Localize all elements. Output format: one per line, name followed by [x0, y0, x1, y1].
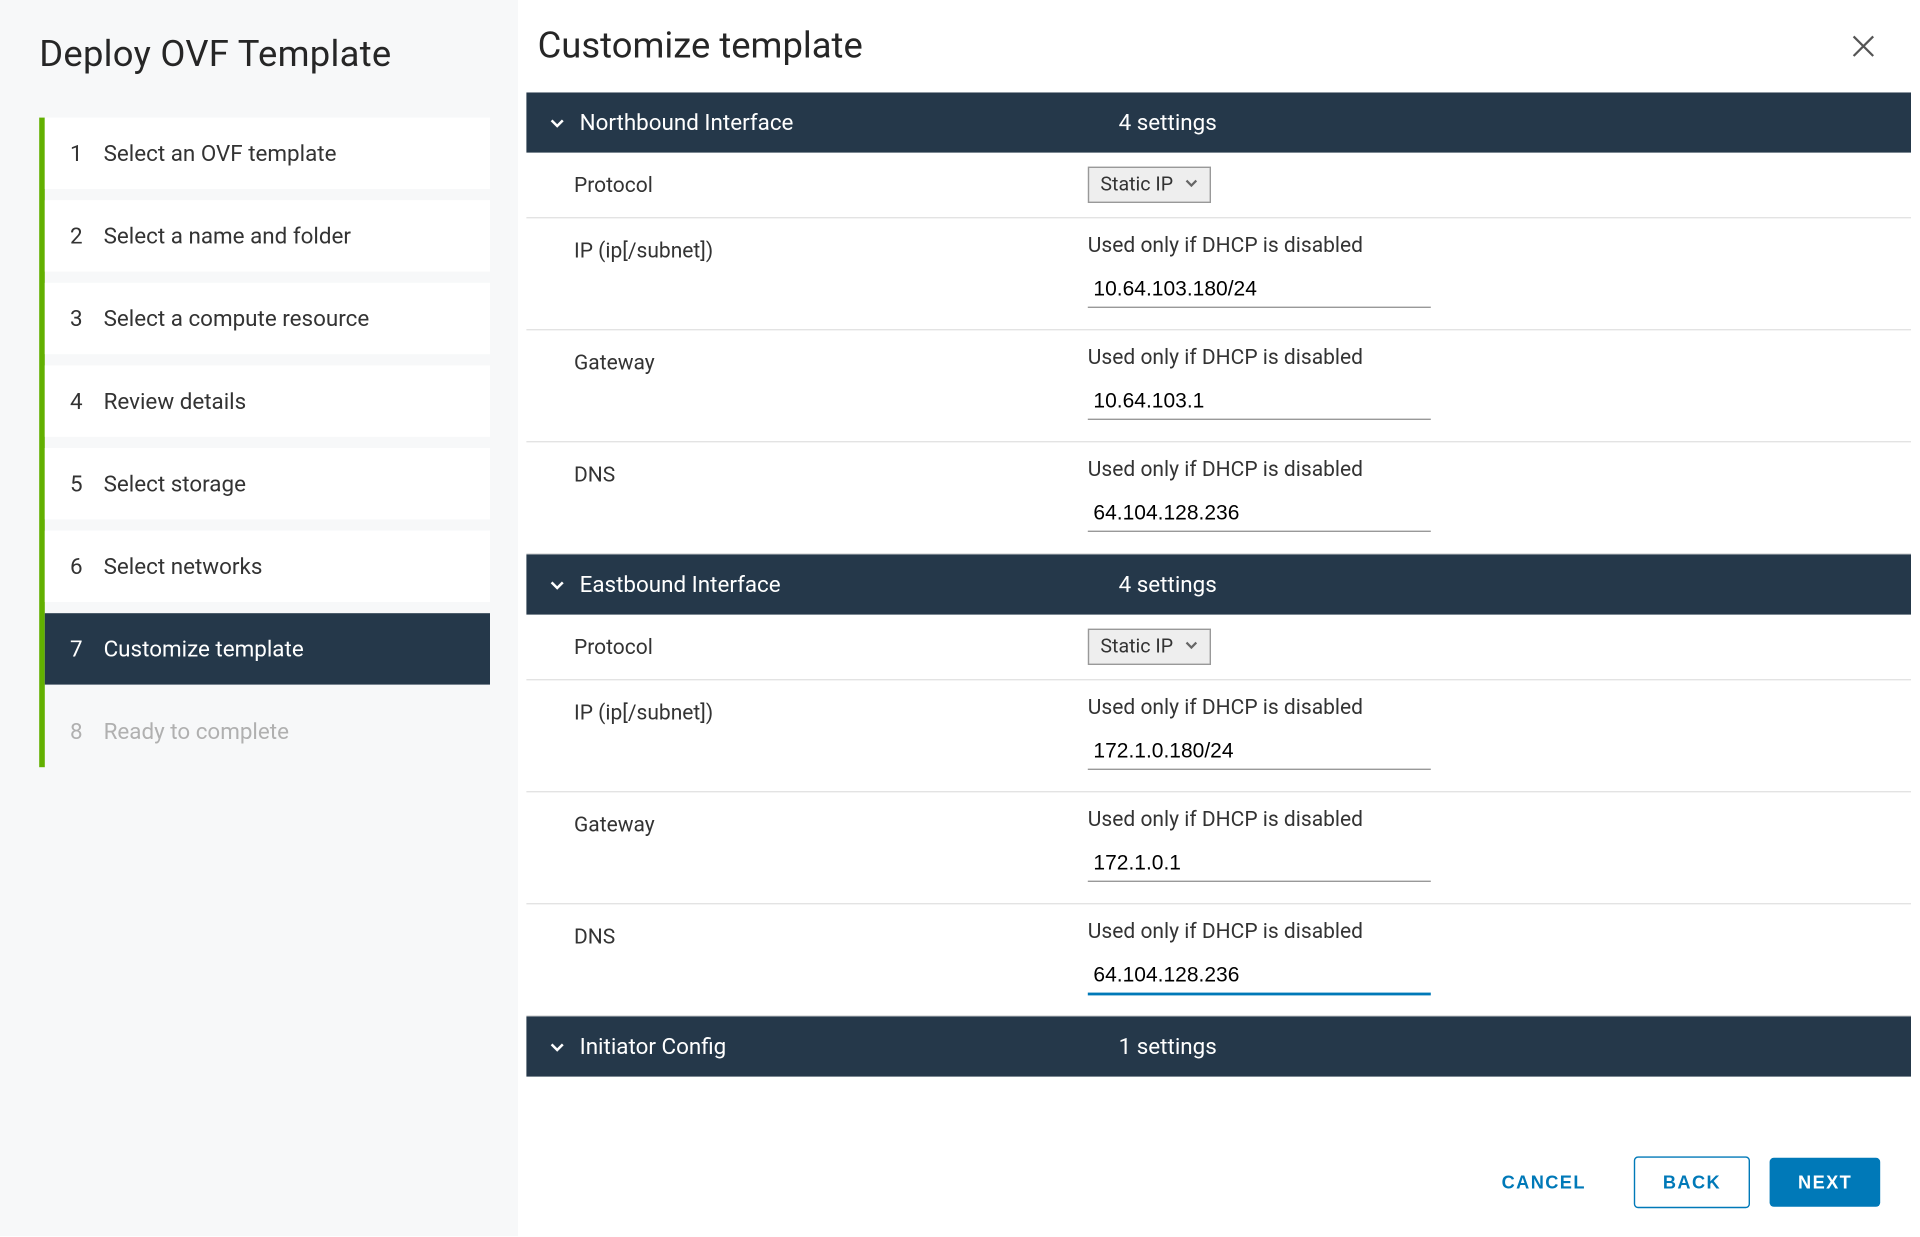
- field-row-ip: IP (ip[/subnet]) Used only if DHCP is di…: [526, 680, 1911, 792]
- step-select-name-folder[interactable]: 2 Select a name and folder: [45, 200, 490, 271]
- protocol-select[interactable]: Static IP: [1088, 167, 1211, 203]
- field-hint: Used only if DHCP is disabled: [1088, 694, 1889, 719]
- field-label: Protocol: [574, 167, 1088, 203]
- field-hint: Used only if DHCP is disabled: [1088, 806, 1889, 831]
- field-hint: Used only if DHCP is disabled: [1088, 918, 1889, 943]
- section-title: Northbound Interface: [580, 109, 1119, 136]
- page-title: Customize template: [538, 25, 863, 67]
- field-label: Protocol: [574, 629, 1088, 665]
- main-panel: Customize template Northbound Interface …: [518, 0, 1919, 1236]
- step-review-details[interactable]: 4 Review details: [45, 365, 490, 436]
- section-eastbound-interface[interactable]: Eastbound Interface 4 settings: [526, 554, 1911, 614]
- back-button[interactable]: BACK: [1633, 1156, 1750, 1208]
- step-label: Select a name and folder: [104, 223, 465, 250]
- step-label: Review details: [104, 388, 465, 415]
- field-row-gateway: Gateway Used only if DHCP is disabled: [526, 330, 1911, 442]
- step-label: Select networks: [104, 553, 465, 580]
- step-select-storage[interactable]: 5 Select storage: [45, 448, 490, 519]
- step-ready-to-complete: 8 Ready to complete: [45, 696, 490, 767]
- gateway-input[interactable]: [1088, 384, 1431, 420]
- field-row-gateway: Gateway Used only if DHCP is disabled: [526, 792, 1911, 904]
- chevron-down-icon: [549, 114, 566, 131]
- select-value: Static IP: [1100, 174, 1173, 196]
- dns-input[interactable]: [1088, 958, 1431, 996]
- field-label: Gateway: [574, 344, 1088, 375]
- section-count: 4 settings: [1119, 571, 1889, 598]
- step-customize-template[interactable]: 7 Customize template: [45, 613, 490, 684]
- close-button[interactable]: [1847, 29, 1881, 63]
- step-number: 2: [70, 223, 104, 250]
- field-hint: Used only if DHCP is disabled: [1088, 232, 1889, 257]
- ip-input[interactable]: [1088, 734, 1431, 770]
- content-area[interactable]: Northbound Interface 4 settings Protocol…: [518, 92, 1919, 1127]
- step-label: Customize template: [104, 636, 465, 663]
- field-hint: Used only if DHCP is disabled: [1088, 344, 1889, 369]
- section-title: Eastbound Interface: [580, 571, 1119, 598]
- step-number: 3: [70, 305, 104, 332]
- step-number: 8: [70, 718, 104, 745]
- field-row-protocol: Protocol Static IP: [526, 153, 1911, 219]
- step-number: 4: [70, 388, 104, 415]
- chevron-down-icon: [549, 1038, 566, 1055]
- field-label: DNS: [574, 918, 1088, 949]
- wizard-title: Deploy OVF Template: [39, 34, 490, 76]
- main-header: Customize template: [518, 0, 1919, 92]
- section-initiator-config[interactable]: Initiator Config 1 settings: [526, 1016, 1911, 1076]
- ip-input[interactable]: [1088, 272, 1431, 308]
- field-hint: Used only if DHCP is disabled: [1088, 456, 1889, 481]
- section-count: 4 settings: [1119, 109, 1889, 136]
- protocol-select[interactable]: Static IP: [1088, 629, 1211, 665]
- step-number: 7: [70, 636, 104, 663]
- wizard-sidebar: Deploy OVF Template 1 Select an OVF temp…: [0, 0, 518, 1236]
- step-label: Ready to complete: [104, 718, 465, 745]
- select-value: Static IP: [1100, 636, 1173, 658]
- step-label: Select a compute resource: [104, 305, 465, 332]
- dns-input[interactable]: [1088, 496, 1431, 532]
- next-button[interactable]: NEXT: [1770, 1158, 1880, 1207]
- footer-actions: CANCEL BACK NEXT: [518, 1127, 1919, 1236]
- step-label: Select an OVF template: [104, 140, 465, 167]
- step-select-compute-resource[interactable]: 3 Select a compute resource: [45, 283, 490, 354]
- chevron-down-icon: [549, 576, 566, 593]
- chevron-down-icon: [1184, 174, 1198, 196]
- field-row-dns: DNS Used only if DHCP is disabled: [526, 904, 1911, 1016]
- gateway-input[interactable]: [1088, 846, 1431, 882]
- field-label: Gateway: [574, 806, 1088, 837]
- close-icon: [1849, 32, 1877, 60]
- field-row-ip: IP (ip[/subnet]) Used only if DHCP is di…: [526, 218, 1911, 330]
- section-northbound-interface[interactable]: Northbound Interface 4 settings: [526, 92, 1911, 152]
- field-label: IP (ip[/subnet]): [574, 694, 1088, 725]
- step-label: Select storage: [104, 470, 465, 497]
- field-row-protocol: Protocol Static IP: [526, 615, 1911, 681]
- wizard-steps: 1 Select an OVF template 2 Select a name…: [39, 118, 490, 768]
- step-select-networks[interactable]: 6 Select networks: [45, 531, 490, 602]
- field-label: DNS: [574, 456, 1088, 487]
- step-number: 6: [70, 553, 104, 580]
- section-count: 1 settings: [1119, 1033, 1889, 1060]
- section-title: Initiator Config: [580, 1033, 1119, 1060]
- step-number: 1: [70, 140, 104, 167]
- field-row-dns: DNS Used only if DHCP is disabled: [526, 442, 1911, 554]
- cancel-button[interactable]: CANCEL: [1474, 1158, 1614, 1207]
- step-select-ovf-template[interactable]: 1 Select an OVF template: [45, 118, 490, 189]
- field-label: IP (ip[/subnet]): [574, 232, 1088, 263]
- chevron-down-icon: [1184, 636, 1198, 658]
- step-number: 5: [70, 470, 104, 497]
